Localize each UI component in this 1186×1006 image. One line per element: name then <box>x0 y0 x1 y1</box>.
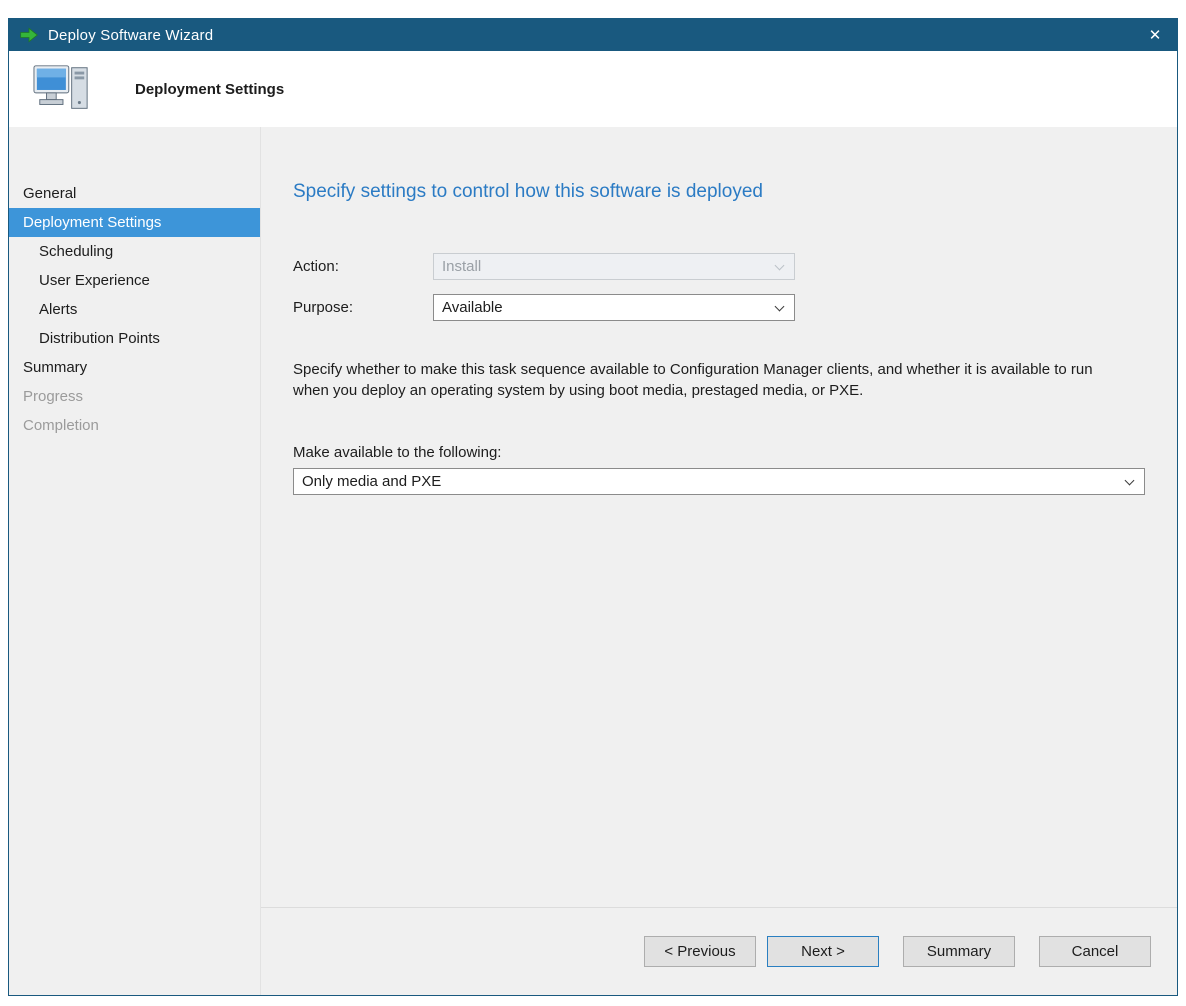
nav-item-deployment-settings[interactable]: Deployment Settings <box>9 208 260 237</box>
action-dropdown: Install <box>433 253 795 280</box>
description-text: Specify whether to make this task sequen… <box>293 359 1103 402</box>
previous-button[interactable]: < Previous <box>644 936 756 967</box>
make-available-dropdown-value: Only media and PXE <box>302 473 441 490</box>
chevron-down-icon <box>1125 475 1135 485</box>
make-available-dropdown[interactable]: Only media and PXE <box>293 468 1145 495</box>
action-label: Action: <box>293 258 433 275</box>
purpose-dropdown-value: Available <box>442 299 503 316</box>
page-title: Deployment Settings <box>135 81 284 98</box>
titlebar[interactable]: Deploy Software Wizard ✕ <box>9 19 1177 51</box>
wizard-arrow-icon <box>19 25 39 45</box>
nav-item-general[interactable]: General <box>9 179 260 208</box>
wizard-nav: General Deployment Settings Scheduling U… <box>9 127 261 995</box>
window-title: Deploy Software Wizard <box>48 27 1133 44</box>
nav-item-completion: Completion <box>9 411 260 440</box>
action-field-row: Action: Install <box>293 253 1145 280</box>
nav-item-scheduling[interactable]: Scheduling <box>9 237 260 266</box>
content-heading: Specify settings to control how this sof… <box>293 181 1145 203</box>
nav-item-progress: Progress <box>9 382 260 411</box>
purpose-label: Purpose: <box>293 299 433 316</box>
action-dropdown-value: Install <box>442 258 481 275</box>
wizard-body: General Deployment Settings Scheduling U… <box>9 127 1177 995</box>
wizard-footer: < Previous Next > Summary Cancel <box>261 907 1177 995</box>
next-button[interactable]: Next > <box>767 936 879 967</box>
close-icon[interactable]: ✕ <box>1133 19 1177 51</box>
purpose-dropdown[interactable]: Available <box>433 294 795 321</box>
wizard-main-pane: Specify settings to control how this sof… <box>261 127 1177 995</box>
nav-item-alerts[interactable]: Alerts <box>9 295 260 324</box>
nav-item-distribution-points[interactable]: Distribution Points <box>9 324 260 353</box>
deploy-software-wizard-dialog: Deploy Software Wizard ✕ Deployment Sett… <box>8 18 1178 996</box>
summary-button[interactable]: Summary <box>903 936 1015 967</box>
computer-icon <box>31 60 93 118</box>
deployment-settings-content: Specify settings to control how this sof… <box>261 127 1177 907</box>
cancel-button[interactable]: Cancel <box>1039 936 1151 967</box>
wizard-header: Deployment Settings <box>9 51 1177 127</box>
purpose-field-row: Purpose: Available <box>293 294 1145 321</box>
nav-item-user-experience[interactable]: User Experience <box>9 266 260 295</box>
make-available-label: Make available to the following: <box>293 444 1145 461</box>
chevron-down-icon <box>775 302 785 312</box>
nav-item-summary[interactable]: Summary <box>9 353 260 382</box>
chevron-down-icon <box>775 261 785 271</box>
